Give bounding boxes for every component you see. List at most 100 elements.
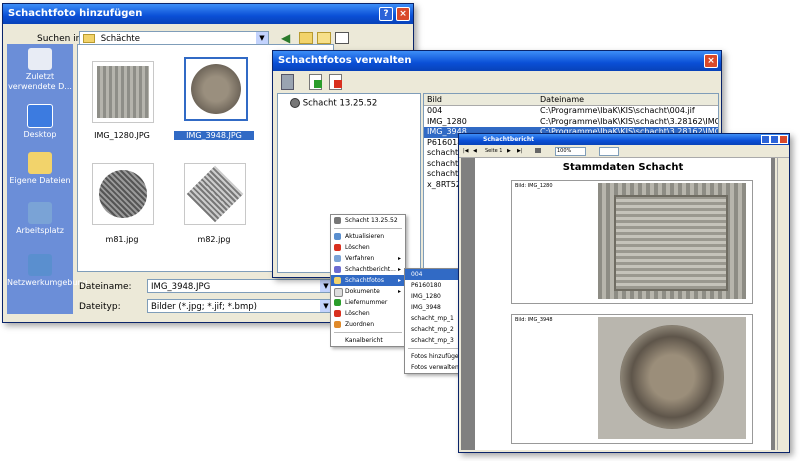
refresh-icon	[334, 233, 341, 240]
place-computer[interactable]: Arbeitsplatz	[7, 202, 73, 236]
menu-item-procedure[interactable]: Verfahren ▸	[331, 253, 405, 264]
file-caption[interactable]: m82.jpg	[174, 235, 254, 244]
documents-icon	[334, 288, 343, 297]
first-page-icon[interactable]: |◀	[463, 145, 469, 157]
menu-item-label: Zuordnen	[345, 321, 375, 328]
recent-docs-icon	[28, 48, 52, 70]
folder-up-icon[interactable]	[299, 32, 313, 44]
submenu-item-label: IMG_1280	[411, 293, 441, 300]
vertical-scrollbar[interactable]	[777, 158, 788, 450]
filename-input[interactable]: IMG_3948.JPG ▼	[147, 279, 333, 293]
cell-name: 004	[427, 106, 443, 115]
file-caption[interactable]: IMG_1280.JPG	[82, 131, 162, 140]
add-photo-title: Schachtfoto hinzufügen	[8, 8, 143, 19]
menu-item-refresh[interactable]: Aktualisieren	[331, 231, 405, 242]
page-indicator: Seite 1	[485, 148, 503, 154]
menu-item-photos[interactable]: Schachtfotos ▸	[331, 275, 405, 286]
photo-frame-2: Bild: IMG_3948	[511, 314, 753, 444]
col-header-name[interactable]: Bild	[427, 95, 442, 104]
my-documents-icon	[28, 152, 52, 174]
shaft-icon	[290, 98, 300, 108]
add-photo-titlebar[interactable]: Schachtfoto hinzufügen ? ×	[3, 4, 413, 24]
folder-icon	[83, 34, 95, 43]
submenu-item-label: Fotos verwalten	[411, 364, 459, 371]
thumbnail-image	[191, 64, 241, 114]
menu-item-report[interactable]: Schachtbericht... ▸	[331, 264, 405, 275]
menu-item-label: Löschen	[345, 310, 370, 317]
filetype-select[interactable]: Bilder (*.jpg; *.jif; *.bmp) ▼	[147, 299, 333, 313]
lookin-value: Schächte	[100, 34, 140, 44]
back-arrow-icon[interactable]: ◀	[281, 31, 290, 45]
print-icon[interactable]	[535, 148, 541, 153]
photo-caption: Bild: IMG_1280	[515, 183, 553, 189]
menu-item-delete[interactable]: Löschen	[331, 242, 405, 253]
place-network[interactable]: Netzwerkumgebung	[7, 254, 88, 288]
menu-item-label: Schachtbericht...	[345, 266, 396, 273]
place-desktop[interactable]: Desktop	[7, 104, 73, 140]
add-photo-icon[interactable]	[309, 74, 322, 90]
report-titlebar[interactable]: Schachtbericht	[459, 134, 789, 145]
report-icon	[334, 266, 341, 273]
menu-item-documents[interactable]: Dokumente ▸	[331, 286, 405, 297]
chevron-right-icon: ▸	[397, 255, 401, 262]
tree-item-shaft[interactable]: Schacht 13.25.52	[290, 98, 377, 109]
menu-item-label: Schachtfotos	[345, 277, 384, 284]
maximize-button[interactable]	[770, 135, 779, 144]
manhole-lid	[614, 195, 728, 291]
help-button[interactable]: ?	[379, 7, 393, 21]
manage-photos-title: Schachtfotos verwalten	[278, 55, 412, 66]
minimize-button[interactable]	[761, 135, 770, 144]
chevron-right-icon: ▸	[397, 277, 401, 284]
tree-item-label: Schacht 13.25.52	[302, 98, 378, 109]
close-button[interactable]	[779, 135, 788, 144]
place-network-label: Netzwerkumgebung	[7, 278, 88, 287]
camera-icon	[334, 277, 341, 284]
submenu-item-label: IMG_3948	[411, 304, 441, 311]
cell-name: IMG_1280	[427, 116, 467, 126]
place-recent[interactable]: Zuletzt verwendete D...	[7, 48, 73, 92]
file-caption[interactable]: m81.jpg	[82, 235, 162, 244]
menu-item-delete2[interactable]: Löschen	[331, 308, 405, 319]
thumbnail-image	[99, 170, 147, 218]
menu-item-label: Dokumente	[345, 288, 380, 295]
menu-item-delivery[interactable]: Liefernummer	[331, 297, 405, 308]
menu-item-channel-report[interactable]: Kanalbericht	[331, 335, 405, 346]
menu-separator	[334, 332, 402, 333]
lookin-select[interactable]: Schächte ▼	[79, 31, 269, 45]
search-field[interactable]	[599, 147, 619, 156]
prev-page-icon[interactable]: ◀	[473, 145, 477, 157]
file-thumb-img3948[interactable]	[184, 57, 248, 121]
cell-file: C:\Programme\IbaK\KIS\schacht\004.jif	[540, 106, 695, 115]
thumbnail-image	[97, 66, 149, 118]
file-thumb-m81[interactable]	[92, 163, 154, 225]
menu-item-label: Liefernummer	[345, 299, 388, 306]
zoom-select[interactable]: 100%	[555, 147, 586, 156]
place-documents[interactable]: Eigene Dateien	[7, 152, 73, 186]
chevron-right-icon: ▸	[397, 266, 401, 273]
x-icon	[334, 80, 342, 88]
file-caption-selected[interactable]: IMG_3948.JPG	[174, 131, 254, 140]
col-header-file[interactable]: Dateiname	[540, 95, 584, 104]
submenu-item-label: schacht_mp_2	[411, 326, 454, 333]
next-page-icon[interactable]: ▶	[507, 145, 511, 157]
delete-photo-icon[interactable]	[329, 74, 342, 90]
file-thumb-img1280[interactable]	[92, 61, 154, 123]
table-row[interactable]: 004 C:\Programme\IbaK\KIS\schacht\004.jif	[424, 106, 718, 117]
view-menu-icon[interactable]	[335, 32, 349, 44]
report-viewer: Schachtbericht |◀ ◀ Seite 1 ▶ ▶| 100% St…	[458, 133, 790, 453]
chevron-down-icon: ▼	[256, 32, 268, 44]
close-button[interactable]: ×	[704, 54, 718, 68]
filename-value: IMG_3948.JPG	[151, 282, 211, 292]
close-button[interactable]: ×	[396, 7, 410, 21]
last-page-icon[interactable]: ▶|	[517, 145, 523, 157]
table-row[interactable]: IMG_1280 C:\Programme\IbaK\KIS\schacht\3.…	[424, 117, 718, 128]
submenu-item-label: schacht_mp_1	[411, 315, 454, 322]
zoom-value: 100%	[557, 148, 572, 154]
manage-photos-titlebar[interactable]: Schachtfotos verwalten ×	[273, 51, 721, 71]
manhole-photo	[598, 317, 746, 439]
new-folder-icon[interactable]	[317, 32, 331, 44]
menu-item-assign[interactable]: Zuordnen	[331, 319, 405, 330]
my-computer-icon	[28, 202, 52, 224]
file-thumb-m82[interactable]	[184, 163, 246, 225]
door-icon[interactable]	[281, 74, 294, 90]
